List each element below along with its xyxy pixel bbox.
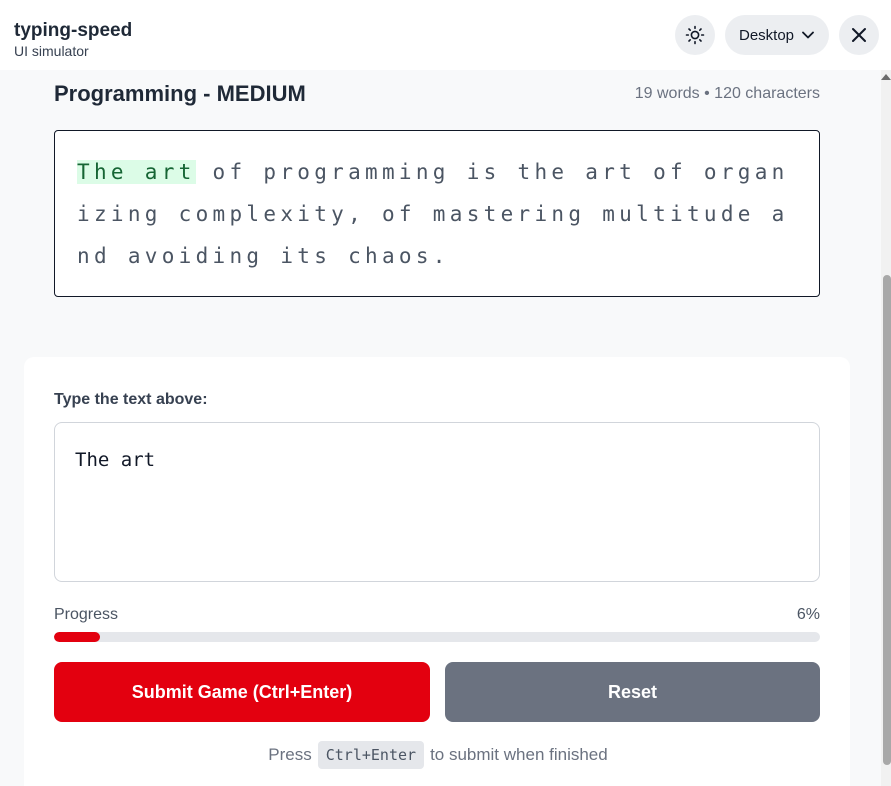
progress-bar-fill <box>54 632 100 642</box>
app-title: typing-speed <box>14 20 133 41</box>
submit-game-button[interactable]: Submit Game (Ctrl+Enter) <box>54 662 430 722</box>
submit-hint: Press Ctrl+Enter to submit when finished <box>0 741 876 769</box>
scroll-up-arrow-icon[interactable] <box>881 74 891 80</box>
scrollbar[interactable] <box>881 70 891 786</box>
theme-toggle-button[interactable] <box>675 15 715 55</box>
scrollbar-thumb[interactable] <box>883 275 891 765</box>
hint-prefix: Press <box>268 745 312 764</box>
top-bar: typing-speed UI simulator Desktop <box>0 0 891 70</box>
typing-input-label: Type the text above: <box>54 391 208 408</box>
passage-title: Programming - MEDIUM <box>54 81 306 106</box>
progress-bar <box>54 632 820 642</box>
passage-stats: 19 words • 120 characters <box>634 85 820 102</box>
sun-icon <box>685 25 705 45</box>
hint-suffix: to submit when finished <box>430 745 608 764</box>
progress-percent: 6% <box>796 606 820 623</box>
device-select-label: Desktop <box>739 26 795 44</box>
close-button[interactable] <box>839 15 879 55</box>
reset-button[interactable]: Reset <box>445 662 820 722</box>
target-text: The art of programming is the art of org… <box>77 151 799 277</box>
chevron-down-icon <box>802 31 814 39</box>
typing-input[interactable]: The art <box>54 422 820 582</box>
typed-portion: The art <box>77 160 196 184</box>
target-text-panel: The art of programming is the art of org… <box>54 130 820 297</box>
app-subtitle: UI simulator <box>14 43 89 59</box>
shortcut-key: Ctrl+Enter <box>317 741 425 769</box>
close-icon <box>852 28 866 42</box>
device-select[interactable]: Desktop <box>725 15 829 55</box>
progress-label: Progress <box>54 606 119 623</box>
